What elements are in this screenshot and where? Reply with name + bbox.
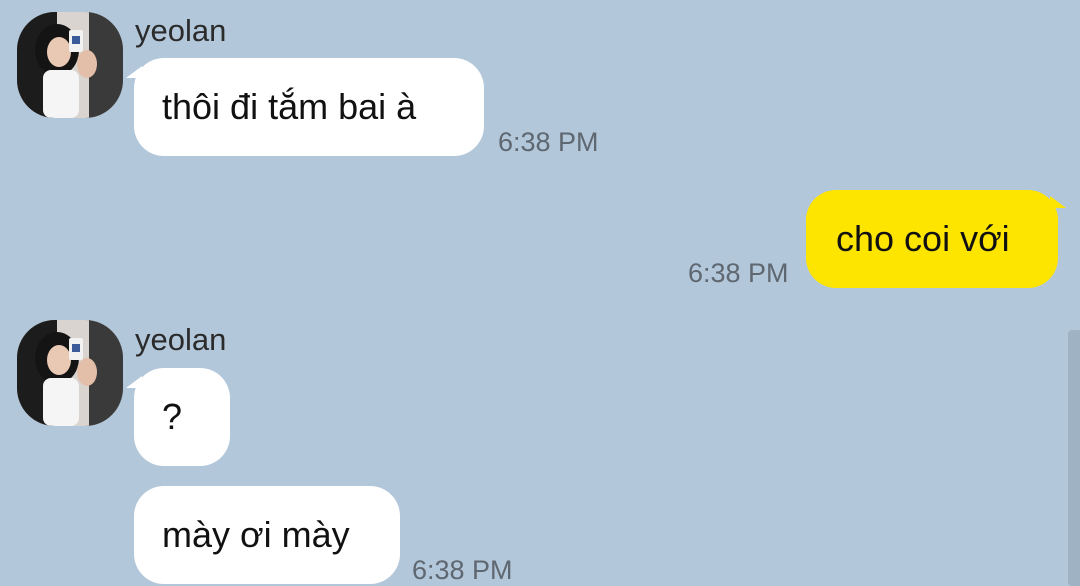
message-text: mày ơi mày: [162, 514, 350, 555]
message-text: ?: [162, 396, 183, 437]
message-bubble-incoming[interactable]: thôi đi tắm bai à: [134, 58, 484, 156]
avatar[interactable]: [17, 12, 123, 118]
message-timestamp: 6:38 PM: [688, 258, 789, 288]
message-text: cho coi với: [836, 218, 1010, 259]
message-bubble-outgoing[interactable]: cho coi với: [806, 190, 1058, 288]
message-timestamp: 6:38 PM: [412, 555, 513, 585]
message-timestamp: 6:38 PM: [498, 127, 599, 157]
sender-name: yeolan: [135, 322, 227, 357]
message-text: thôi đi tắm bai à: [162, 86, 417, 127]
profile-photo-icon: [17, 320, 123, 426]
avatar[interactable]: [17, 320, 123, 426]
chat-area: yeolan thôi đi tắm bai à 6:38 PM 6:38 PM…: [0, 0, 1080, 586]
bubble-tail: [1050, 196, 1066, 208]
message-bubble-incoming[interactable]: ?: [134, 368, 230, 466]
profile-photo-icon: [17, 12, 123, 118]
sender-name: yeolan: [135, 13, 227, 48]
message-bubble-incoming[interactable]: mày ơi mày: [134, 486, 400, 584]
scrollbar[interactable]: [1068, 330, 1080, 586]
